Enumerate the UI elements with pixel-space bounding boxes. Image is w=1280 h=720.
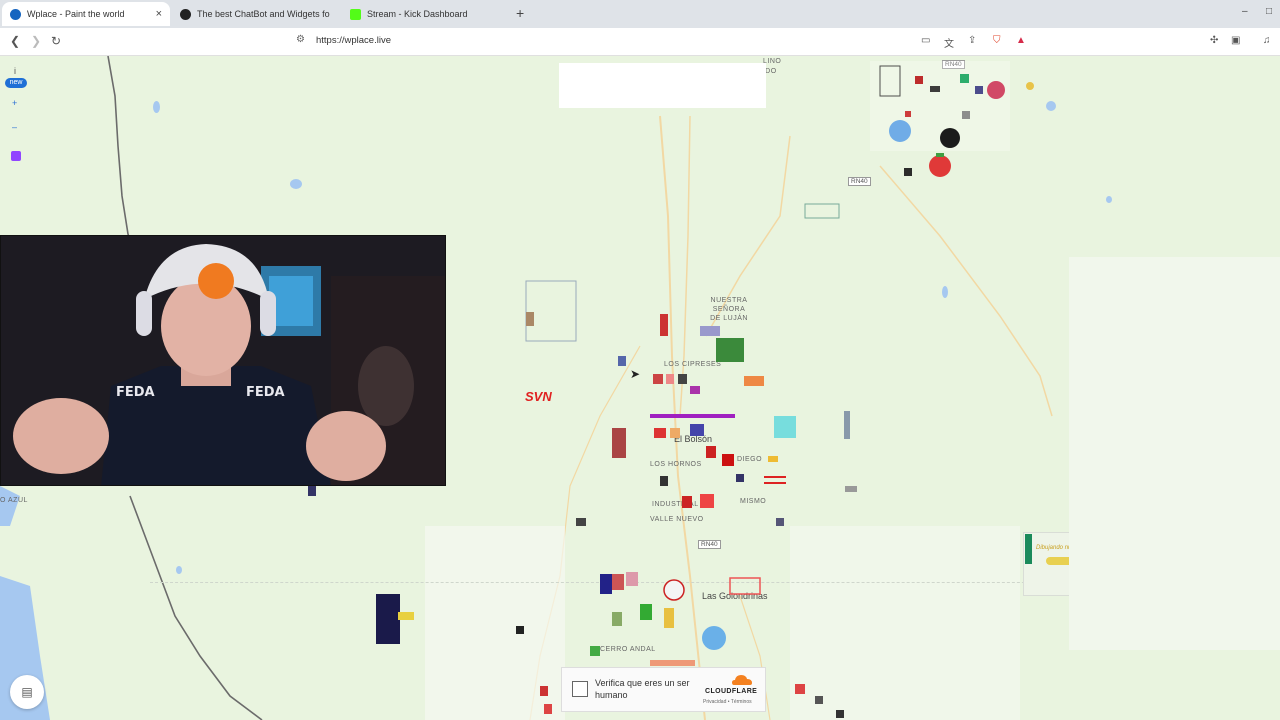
back-icon[interactable]: ❮ <box>10 34 20 48</box>
globe-icon <box>10 8 21 20</box>
cast-icon[interactable]: ▭ <box>921 35 930 46</box>
sidebar-icon[interactable]: ▣ <box>1231 35 1240 46</box>
url-text: https://wplace.live <box>316 35 391 46</box>
webcam-overlay: FEDA FEDA <box>0 235 446 486</box>
new-tab-button[interactable]: + <box>516 5 524 21</box>
rewards-icon[interactable]: ▲ <box>1016 35 1026 46</box>
minimize-button[interactable]: – <box>1242 6 1248 17</box>
captcha-links[interactable]: Privacidad • Términos <box>703 699 752 705</box>
close-tab-icon[interactable]: × <box>156 8 162 20</box>
info-button[interactable]: i <box>14 66 16 76</box>
right-overlay-panel <box>1069 257 1280 650</box>
github-icon <box>180 8 191 20</box>
zoom-in-button[interactable]: + <box>12 98 17 108</box>
captcha-brand: CLOUDFLARE <box>705 688 758 695</box>
tab-title: The best ChatBot and Widgets for Ki <box>197 9 330 19</box>
svg-text:FEDA: FEDA <box>246 385 285 400</box>
tab-kick-dashboard[interactable]: Stream - Kick Dashboard <box>342 2 510 26</box>
tab-wplace[interactable]: Wplace - Paint the world × <box>2 2 170 26</box>
browser-toolbar: ❮ ❯ ↻ ⚙ https://wplace.live ▭ 文 ⇪ ⛉ ▲ ✣ … <box>0 28 1280 56</box>
brave-shield-icon[interactable]: ⛉ <box>993 35 1001 46</box>
mouse-cursor-icon: ➤ <box>630 367 641 381</box>
maximize-button[interactable]: □ <box>1266 6 1272 17</box>
reload-icon[interactable]: ↻ <box>51 34 61 48</box>
tab-title: Wplace - Paint the world <box>27 9 125 19</box>
site-settings-icon[interactable]: ⚙ <box>296 34 305 45</box>
cloudflare-logo-icon <box>732 675 752 685</box>
palette-button[interactable]: ▤ <box>10 675 44 709</box>
tab-chatbot[interactable]: The best ChatBot and Widgets for Ki <box>172 2 338 26</box>
extensions-icon[interactable]: ✣ <box>1210 35 1218 46</box>
streamer-video: FEDA FEDA <box>1 236 445 485</box>
new-badge[interactable]: new <box>5 78 27 88</box>
twitch-icon[interactable] <box>11 151 21 161</box>
tab-bar: Wplace - Paint the world × The best Chat… <box>0 0 1280 28</box>
kick-icon <box>350 8 361 20</box>
translate-icon[interactable]: 文 <box>944 35 954 50</box>
svg-text:FEDA: FEDA <box>116 385 155 400</box>
captcha-widget: Verifica que eres un ser humano CLOUDFLA… <box>561 667 766 712</box>
tab-title: Stream - Kick Dashboard <box>367 9 468 19</box>
forward-icon[interactable]: ❯ <box>31 34 41 48</box>
palette-icon: ▤ <box>21 685 33 699</box>
captcha-prompt: Verifica que eres un ser humano <box>595 678 690 700</box>
share-icon[interactable]: ⇪ <box>968 35 976 46</box>
captcha-checkbox[interactable] <box>572 681 588 697</box>
zoom-out-button[interactable]: – <box>12 122 17 132</box>
music-icon[interactable]: ♫ <box>1263 35 1271 46</box>
top-overlay-panel <box>559 63 766 108</box>
